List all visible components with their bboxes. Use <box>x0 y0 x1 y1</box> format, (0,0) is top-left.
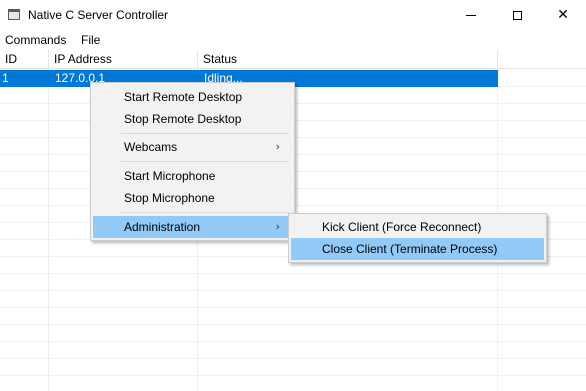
close-button[interactable]: ✕ <box>540 0 586 30</box>
menu-item-stop-microphone[interactable]: Stop Microphone <box>93 187 292 209</box>
submenu-arrow-icon: › <box>275 220 280 233</box>
menu-item-start-remote-desktop[interactable]: Start Remote Desktop <box>93 86 292 108</box>
column-header-status[interactable]: Status <box>198 50 498 68</box>
menu-commands[interactable]: Commands <box>5 32 66 48</box>
minimize-icon <box>466 14 476 16</box>
maximize-button[interactable] <box>494 0 540 30</box>
menu-item-kick-client[interactable]: Kick Client (Force Reconnect) <box>291 216 544 238</box>
list-header: ID IP Address Status <box>0 50 586 69</box>
title-bar[interactable]: Native C Server Controller ✕ <box>0 0 586 30</box>
grid-line <box>0 291 586 308</box>
column-header-ip-address[interactable]: IP Address <box>49 50 198 68</box>
context-menu: Start Remote Desktop Stop Remote Desktop… <box>90 82 295 241</box>
cell-id: 1 <box>2 71 9 85</box>
menu-file[interactable]: File <box>81 32 100 48</box>
menu-item-label: Administration <box>124 220 201 234</box>
minimize-button[interactable] <box>448 0 494 30</box>
grid-line <box>0 376 586 391</box>
grid-line <box>0 342 586 359</box>
menu-item-stop-remote-desktop[interactable]: Stop Remote Desktop <box>93 108 292 130</box>
menu-item-label: Start Microphone <box>124 169 216 183</box>
window-title: Native C Server Controller <box>28 8 169 22</box>
administration-submenu: Kick Client (Force Reconnect) Close Clie… <box>288 213 547 263</box>
grid-line <box>0 359 586 376</box>
menu-item-label: Stop Remote Desktop <box>124 112 242 126</box>
menu-item-administration[interactable]: Administration › <box>93 216 292 238</box>
menu-item-label: Close Client (Terminate Process) <box>322 242 498 256</box>
maximize-icon <box>512 10 522 20</box>
menu-item-label: Start Remote Desktop <box>124 90 243 104</box>
close-icon: ✕ <box>557 7 569 23</box>
menu-separator <box>121 212 289 213</box>
grid-line <box>0 308 586 325</box>
column-header-id[interactable]: ID <box>0 50 49 68</box>
menu-bar: Commands File <box>0 30 586 49</box>
window-app-icon <box>8 9 20 20</box>
menu-item-label: Webcams <box>124 140 178 154</box>
app-window: Native C Server Controller ✕ Commands Fi… <box>0 0 586 391</box>
grid-line <box>0 325 586 342</box>
menu-item-label: Stop Microphone <box>124 191 215 205</box>
submenu-arrow-icon: › <box>275 140 280 153</box>
menu-item-label: Kick Client (Force Reconnect) <box>322 220 482 234</box>
grid-line <box>0 274 586 291</box>
menu-separator <box>121 133 289 134</box>
menu-item-close-client[interactable]: Close Client (Terminate Process) <box>291 238 544 260</box>
menu-item-webcams[interactable]: Webcams › <box>93 136 292 158</box>
menu-item-start-microphone[interactable]: Start Microphone <box>93 165 292 187</box>
menu-separator <box>121 161 289 162</box>
